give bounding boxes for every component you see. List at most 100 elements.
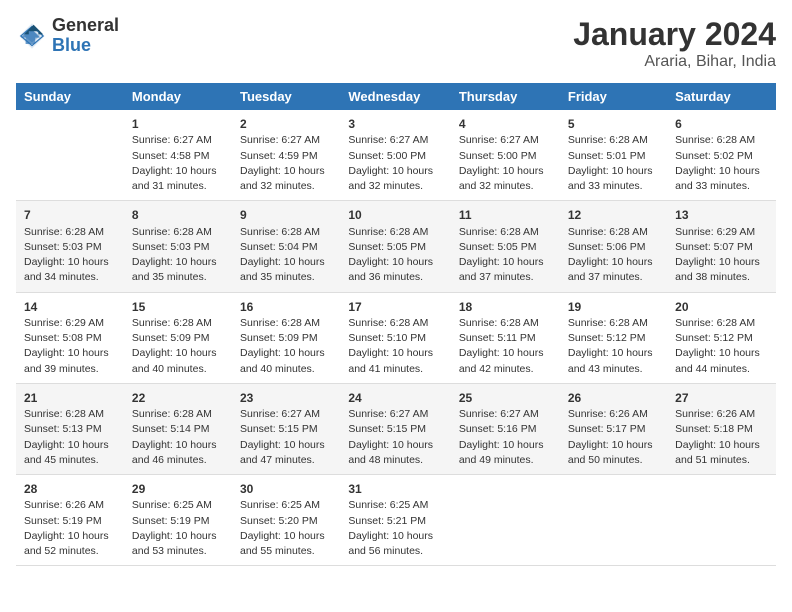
- day-info: Sunrise: 6:25 AM Sunset: 5:19 PM Dayligh…: [132, 498, 224, 559]
- day-cell: 6Sunrise: 6:28 AM Sunset: 5:02 PM Daylig…: [667, 110, 776, 201]
- day-number: 11: [459, 207, 552, 224]
- page-header: General Blue January 2024 Araria, Bihar,…: [16, 16, 776, 71]
- day-cell: 31Sunrise: 6:25 AM Sunset: 5:21 PM Dayli…: [340, 475, 450, 566]
- day-number: 19: [568, 299, 659, 316]
- day-cell: 24Sunrise: 6:27 AM Sunset: 5:15 PM Dayli…: [340, 383, 450, 474]
- logo-line1: General: [52, 16, 119, 36]
- day-cell: 10Sunrise: 6:28 AM Sunset: 5:05 PM Dayli…: [340, 201, 450, 292]
- day-number: 25: [459, 390, 552, 407]
- day-number: 17: [348, 299, 442, 316]
- day-cell: 28Sunrise: 6:26 AM Sunset: 5:19 PM Dayli…: [16, 475, 124, 566]
- day-info: Sunrise: 6:28 AM Sunset: 5:05 PM Dayligh…: [459, 225, 552, 286]
- day-cell: [560, 475, 667, 566]
- day-number: 5: [568, 116, 659, 133]
- logo: General Blue: [16, 16, 119, 56]
- day-cell: 16Sunrise: 6:28 AM Sunset: 5:09 PM Dayli…: [232, 292, 340, 383]
- day-number: 24: [348, 390, 442, 407]
- day-number: 13: [675, 207, 768, 224]
- day-cell: 18Sunrise: 6:28 AM Sunset: 5:11 PM Dayli…: [451, 292, 560, 383]
- week-row-4: 21Sunrise: 6:28 AM Sunset: 5:13 PM Dayli…: [16, 383, 776, 474]
- day-info: Sunrise: 6:28 AM Sunset: 5:10 PM Dayligh…: [348, 316, 442, 377]
- day-number: 26: [568, 390, 659, 407]
- logo-icon: [16, 20, 48, 52]
- day-cell: 14Sunrise: 6:29 AM Sunset: 5:08 PM Dayli…: [16, 292, 124, 383]
- day-info: Sunrise: 6:28 AM Sunset: 5:01 PM Dayligh…: [568, 133, 659, 194]
- header-friday: Friday: [560, 83, 667, 110]
- day-cell: 25Sunrise: 6:27 AM Sunset: 5:16 PM Dayli…: [451, 383, 560, 474]
- week-row-5: 28Sunrise: 6:26 AM Sunset: 5:19 PM Dayli…: [16, 475, 776, 566]
- day-info: Sunrise: 6:25 AM Sunset: 5:21 PM Dayligh…: [348, 498, 442, 559]
- day-cell: 4Sunrise: 6:27 AM Sunset: 5:00 PM Daylig…: [451, 110, 560, 201]
- week-row-3: 14Sunrise: 6:29 AM Sunset: 5:08 PM Dayli…: [16, 292, 776, 383]
- header-saturday: Saturday: [667, 83, 776, 110]
- day-number: 18: [459, 299, 552, 316]
- day-number: 29: [132, 481, 224, 498]
- day-cell: 5Sunrise: 6:28 AM Sunset: 5:01 PM Daylig…: [560, 110, 667, 201]
- page-subtitle: Araria, Bihar, India: [573, 53, 776, 71]
- day-number: 20: [675, 299, 768, 316]
- day-info: Sunrise: 6:28 AM Sunset: 5:09 PM Dayligh…: [132, 316, 224, 377]
- day-number: 3: [348, 116, 442, 133]
- day-info: Sunrise: 6:28 AM Sunset: 5:11 PM Dayligh…: [459, 316, 552, 377]
- day-cell: [451, 475, 560, 566]
- day-cell: 12Sunrise: 6:28 AM Sunset: 5:06 PM Dayli…: [560, 201, 667, 292]
- day-number: 8: [132, 207, 224, 224]
- header-sunday: Sunday: [16, 83, 124, 110]
- day-info: Sunrise: 6:28 AM Sunset: 5:02 PM Dayligh…: [675, 133, 768, 194]
- day-cell: 1Sunrise: 6:27 AM Sunset: 4:58 PM Daylig…: [124, 110, 232, 201]
- day-cell: 3Sunrise: 6:27 AM Sunset: 5:00 PM Daylig…: [340, 110, 450, 201]
- day-number: 7: [24, 207, 116, 224]
- day-info: Sunrise: 6:27 AM Sunset: 5:00 PM Dayligh…: [459, 133, 552, 194]
- day-info: Sunrise: 6:29 AM Sunset: 5:08 PM Dayligh…: [24, 316, 116, 377]
- week-row-2: 7Sunrise: 6:28 AM Sunset: 5:03 PM Daylig…: [16, 201, 776, 292]
- day-info: Sunrise: 6:27 AM Sunset: 4:58 PM Dayligh…: [132, 133, 224, 194]
- day-info: Sunrise: 6:28 AM Sunset: 5:12 PM Dayligh…: [568, 316, 659, 377]
- day-cell: 9Sunrise: 6:28 AM Sunset: 5:04 PM Daylig…: [232, 201, 340, 292]
- day-cell: 19Sunrise: 6:28 AM Sunset: 5:12 PM Dayli…: [560, 292, 667, 383]
- week-row-1: 1Sunrise: 6:27 AM Sunset: 4:58 PM Daylig…: [16, 110, 776, 201]
- day-cell: [16, 110, 124, 201]
- day-info: Sunrise: 6:27 AM Sunset: 5:16 PM Dayligh…: [459, 407, 552, 468]
- day-cell: 13Sunrise: 6:29 AM Sunset: 5:07 PM Dayli…: [667, 201, 776, 292]
- day-info: Sunrise: 6:28 AM Sunset: 5:03 PM Dayligh…: [132, 225, 224, 286]
- day-info: Sunrise: 6:28 AM Sunset: 5:05 PM Dayligh…: [348, 225, 442, 286]
- day-number: 31: [348, 481, 442, 498]
- calendar-table: SundayMondayTuesdayWednesdayThursdayFrid…: [16, 83, 776, 566]
- day-cell: 26Sunrise: 6:26 AM Sunset: 5:17 PM Dayli…: [560, 383, 667, 474]
- day-info: Sunrise: 6:27 AM Sunset: 5:00 PM Dayligh…: [348, 133, 442, 194]
- day-number: 6: [675, 116, 768, 133]
- page-title: January 2024: [573, 16, 776, 53]
- header-monday: Monday: [124, 83, 232, 110]
- day-info: Sunrise: 6:28 AM Sunset: 5:03 PM Dayligh…: [24, 225, 116, 286]
- day-info: Sunrise: 6:27 AM Sunset: 5:15 PM Dayligh…: [348, 407, 442, 468]
- logo-line2: Blue: [52, 36, 119, 56]
- day-cell: 15Sunrise: 6:28 AM Sunset: 5:09 PM Dayli…: [124, 292, 232, 383]
- day-number: 14: [24, 299, 116, 316]
- day-cell: 23Sunrise: 6:27 AM Sunset: 5:15 PM Dayli…: [232, 383, 340, 474]
- day-number: 9: [240, 207, 332, 224]
- day-info: Sunrise: 6:28 AM Sunset: 5:12 PM Dayligh…: [675, 316, 768, 377]
- day-info: Sunrise: 6:26 AM Sunset: 5:18 PM Dayligh…: [675, 407, 768, 468]
- day-cell: 7Sunrise: 6:28 AM Sunset: 5:03 PM Daylig…: [16, 201, 124, 292]
- day-info: Sunrise: 6:28 AM Sunset: 5:06 PM Dayligh…: [568, 225, 659, 286]
- day-info: Sunrise: 6:28 AM Sunset: 5:13 PM Dayligh…: [24, 407, 116, 468]
- day-number: 1: [132, 116, 224, 133]
- day-cell: 27Sunrise: 6:26 AM Sunset: 5:18 PM Dayli…: [667, 383, 776, 474]
- day-number: 15: [132, 299, 224, 316]
- day-info: Sunrise: 6:28 AM Sunset: 5:09 PM Dayligh…: [240, 316, 332, 377]
- day-info: Sunrise: 6:28 AM Sunset: 5:14 PM Dayligh…: [132, 407, 224, 468]
- day-cell: 29Sunrise: 6:25 AM Sunset: 5:19 PM Dayli…: [124, 475, 232, 566]
- day-info: Sunrise: 6:28 AM Sunset: 5:04 PM Dayligh…: [240, 225, 332, 286]
- header-tuesday: Tuesday: [232, 83, 340, 110]
- day-cell: 22Sunrise: 6:28 AM Sunset: 5:14 PM Dayli…: [124, 383, 232, 474]
- day-number: 4: [459, 116, 552, 133]
- day-cell: 21Sunrise: 6:28 AM Sunset: 5:13 PM Dayli…: [16, 383, 124, 474]
- day-cell: 2Sunrise: 6:27 AM Sunset: 4:59 PM Daylig…: [232, 110, 340, 201]
- day-cell: 30Sunrise: 6:25 AM Sunset: 5:20 PM Dayli…: [232, 475, 340, 566]
- header-thursday: Thursday: [451, 83, 560, 110]
- day-cell: 8Sunrise: 6:28 AM Sunset: 5:03 PM Daylig…: [124, 201, 232, 292]
- header-wednesday: Wednesday: [340, 83, 450, 110]
- day-number: 21: [24, 390, 116, 407]
- day-info: Sunrise: 6:27 AM Sunset: 5:15 PM Dayligh…: [240, 407, 332, 468]
- day-cell: 17Sunrise: 6:28 AM Sunset: 5:10 PM Dayli…: [340, 292, 450, 383]
